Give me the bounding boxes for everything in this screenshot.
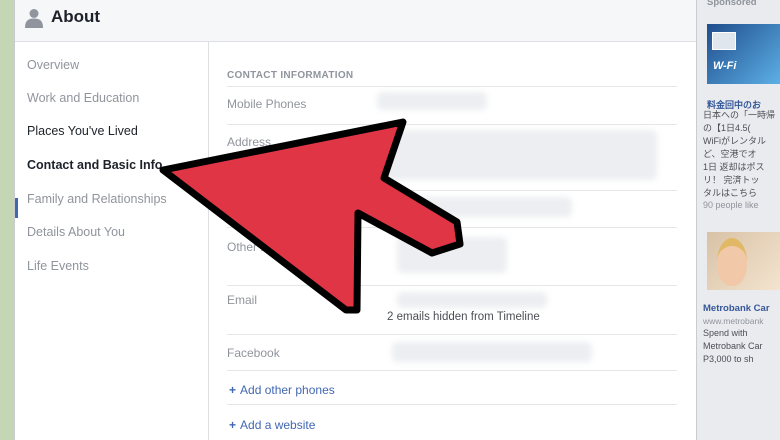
ad-image-person[interactable] [707, 232, 780, 290]
address-value [377, 130, 657, 180]
email-label: Email [227, 293, 258, 307]
nav-item-details-about-you[interactable]: Details About You [27, 225, 125, 239]
ad-image-text: W-Fi [713, 60, 737, 72]
nav-item-places-lived[interactable]: Places You've Lived [27, 124, 138, 138]
email-value [397, 292, 547, 308]
other-phones-value [397, 237, 507, 273]
about-page: About Overview Work and Education Places… [14, 0, 697, 440]
section-heading: CONTACT INFORMATION [227, 70, 354, 81]
ad-text-line: 日本への「一時帰 [703, 110, 776, 120]
nav-item-overview[interactable]: Overview [27, 58, 79, 72]
plus-icon: + [229, 418, 237, 432]
nav-item-life-events[interactable]: Life Events [27, 259, 89, 273]
person-photo [717, 238, 747, 286]
divider [227, 334, 677, 335]
mobile-phones-value [377, 92, 487, 110]
contact-info-section: CONTACT INFORMATION Mobile Phones Addres… [227, 42, 677, 440]
emails-hidden-note: 2 emails hidden from Timeline [387, 311, 540, 323]
ad-text-line: Metrobank Car [703, 341, 763, 351]
ad-image-wifi[interactable]: W-Fi [707, 24, 780, 84]
add-other-phones-label: Add other phones [240, 383, 335, 397]
nav-item-family-relationships[interactable]: Family and Relationships [27, 192, 167, 206]
person-icon [25, 9, 43, 28]
ad-text-line: タルはこちら [703, 188, 758, 198]
facebook-label: Facebook [227, 346, 280, 360]
divider [227, 285, 677, 286]
divider [227, 370, 677, 371]
facebook-value [392, 342, 592, 362]
active-indicator [15, 198, 18, 218]
about-nav: Overview Work and Education Places You'v… [15, 42, 209, 440]
sponsored-sidebar: Sponsored W-Fi 料金回中のお 日本への「一時帰 の【1日4.5( … [696, 0, 780, 440]
nav-item-contact-basic-info[interactable]: Contact and Basic Info [27, 158, 162, 172]
add-website-label: Add a website [240, 418, 316, 432]
add-other-phones-link[interactable]: + Add other phones [229, 383, 335, 397]
ad-text-line: 1日 返却はポス [703, 162, 765, 172]
ad-text-line: の【1日4.5( [703, 123, 751, 133]
divider [227, 404, 677, 405]
page-title: About [51, 7, 101, 26]
about-header: About [15, 0, 696, 42]
plus-icon: + [229, 383, 237, 397]
ad-text-line: Spend with [703, 328, 748, 338]
ad-title[interactable]: Metrobank Car [703, 303, 770, 314]
divider [227, 227, 677, 228]
other-phones-label: Other P [227, 240, 269, 254]
ad-text-line: P3,000 to sh [703, 354, 754, 364]
mobile-phones-label: Mobile Phones [227, 97, 307, 111]
nav-item-work-and-education[interactable]: Work and Education [27, 91, 139, 105]
ad-text-line: WiFiがレンタル [703, 136, 766, 146]
ad-text-line: ど、空港でオ [703, 149, 757, 159]
laptop-icon [712, 32, 736, 50]
divider [227, 124, 677, 125]
address-extra-value [377, 197, 572, 217]
sponsored-heading: Sponsored [707, 0, 757, 8]
add-website-link[interactable]: + Add a website [229, 418, 315, 432]
divider [227, 190, 677, 191]
ad-url[interactable]: www.metrobank [703, 316, 763, 326]
ad-likes: 90 people like [703, 200, 759, 210]
address-label: Address [227, 135, 272, 149]
divider [227, 86, 677, 87]
ad-text-line: リ！ 完済トッ [703, 175, 760, 185]
